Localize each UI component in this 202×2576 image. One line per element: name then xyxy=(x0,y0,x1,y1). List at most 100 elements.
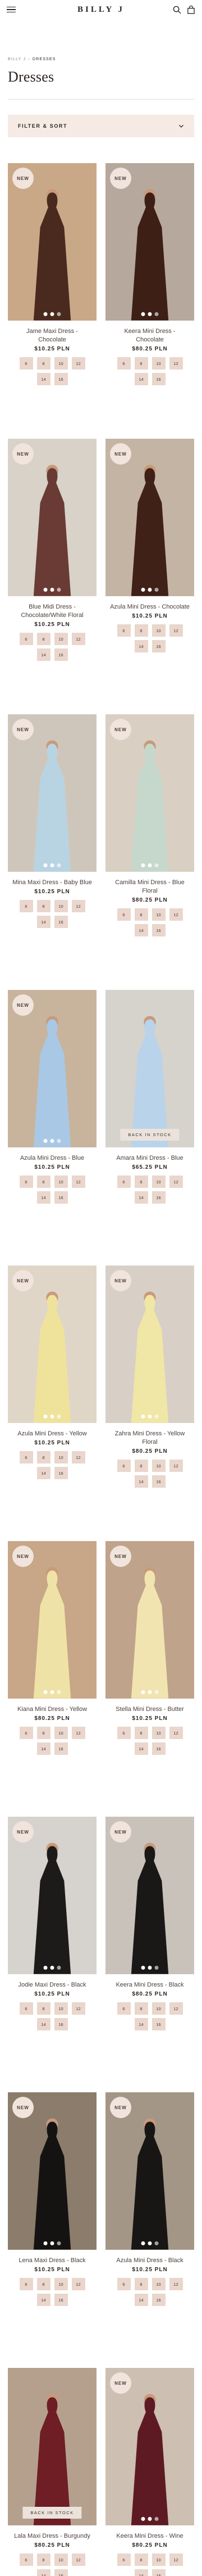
product-image[interactable]: BACK IN STOCK xyxy=(105,990,194,1147)
product-image[interactable]: NEW xyxy=(105,714,194,872)
size-option[interactable]: 8 xyxy=(134,357,148,370)
size-option[interactable]: 16 xyxy=(152,2294,166,2306)
size-option[interactable]: 10 xyxy=(152,624,166,637)
size-option[interactable]: 16 xyxy=(54,373,68,385)
product-card[interactable]: NEW Keera Mini Dress - Black $80.25 PLN 6 8 1… xyxy=(105,1817,194,2030)
size-option[interactable]: 14 xyxy=(134,924,148,936)
search-icon[interactable] xyxy=(173,6,181,14)
carousel-dot[interactable] xyxy=(57,1966,61,1970)
size-option[interactable]: 14 xyxy=(36,1742,50,1755)
size-option[interactable]: 14 xyxy=(134,640,148,652)
size-option[interactable]: 12 xyxy=(169,1460,183,1472)
size-option[interactable]: 16 xyxy=(152,1742,166,1755)
product-card[interactable]: BACK IN STOCK Amara Mini Dress - Blue $65.… xyxy=(105,990,194,1204)
product-name[interactable]: Azula Mini Dress - Black xyxy=(105,2257,194,2265)
carousel-dot[interactable] xyxy=(141,2517,145,2521)
size-option[interactable]: 14 xyxy=(36,1467,50,1479)
carousel-dots[interactable] xyxy=(141,2241,159,2245)
size-option[interactable]: 8 xyxy=(134,2554,148,2566)
product-card[interactable]: NEW Stella Mini Dress - Butter $10.25 PLN 6… xyxy=(105,1541,194,1755)
size-option[interactable]: 12 xyxy=(71,900,85,912)
size-option[interactable]: 8 xyxy=(134,908,148,921)
size-option[interactable]: 12 xyxy=(71,1176,85,1188)
size-option[interactable]: 6 xyxy=(19,633,33,645)
product-name[interactable]: Lena Maxi Dress - Black xyxy=(8,2257,97,2265)
size-option[interactable]: 14 xyxy=(36,2569,50,2576)
product-name[interactable]: Stella Mini Dress - Butter xyxy=(105,1705,194,1714)
carousel-dot[interactable] xyxy=(50,1690,54,1694)
carousel-dot[interactable] xyxy=(141,2241,145,2245)
size-option[interactable]: 16 xyxy=(152,2018,166,2030)
size-option[interactable]: 10 xyxy=(152,2554,166,2566)
product-card[interactable]: NEW Azula Mini Dress - Yellow $10.25 PLN 6 8… xyxy=(8,1266,97,1479)
product-name[interactable]: Keera Mini Dress - Black xyxy=(105,1981,194,1989)
size-option[interactable]: 14 xyxy=(36,1191,50,1204)
product-name[interactable]: Keera Mini Dress - Chocolate xyxy=(105,327,194,344)
carousel-dot[interactable] xyxy=(148,2241,152,2245)
product-card[interactable]: NEW Lena Maxi Dress - Black $10.25 PLN 6 8 10… xyxy=(8,2092,97,2306)
size-option[interactable]: 6 xyxy=(117,908,131,921)
size-option[interactable]: 8 xyxy=(36,1451,50,1463)
size-option[interactable]: 6 xyxy=(117,2002,131,2015)
product-card[interactable]: NEW Keera Mini Dress - Chocolate $80.25 PL… xyxy=(105,163,194,385)
size-option[interactable]: 16 xyxy=(54,2018,68,2030)
carousel-dots[interactable] xyxy=(43,1415,61,1418)
product-image[interactable]: NEW xyxy=(8,2092,97,2250)
size-option[interactable]: 12 xyxy=(71,1727,85,1739)
carousel-dot[interactable] xyxy=(148,1690,152,1694)
size-option[interactable]: 10 xyxy=(54,2554,68,2566)
size-option[interactable]: 14 xyxy=(36,373,50,385)
size-option[interactable]: 16 xyxy=(54,1742,68,1755)
carousel-dot[interactable] xyxy=(57,312,61,316)
carousel-dot[interactable] xyxy=(141,1415,145,1418)
product-card[interactable]: NEW Blue Midi Dress - Chocolate/White Flo… xyxy=(8,439,97,661)
size-option[interactable]: 14 xyxy=(134,1475,148,1488)
product-name[interactable]: Keera Mini Dress - Wine xyxy=(105,2532,194,2541)
size-option[interactable]: 16 xyxy=(152,1475,166,1488)
carousel-dot[interactable] xyxy=(50,1415,54,1418)
size-option[interactable]: 8 xyxy=(36,357,50,370)
product-image[interactable]: NEW xyxy=(8,1817,97,1974)
carousel-dot[interactable] xyxy=(148,312,152,316)
size-option[interactable]: 10 xyxy=(54,357,68,370)
size-option[interactable]: 6 xyxy=(117,1460,131,1472)
carousel-dot[interactable] xyxy=(57,1139,61,1143)
carousel-dot[interactable] xyxy=(141,588,145,592)
size-option[interactable]: 12 xyxy=(71,1451,85,1463)
size-option[interactable]: 12 xyxy=(169,2278,183,2290)
product-card[interactable]: BACK IN STOCK Lala Maxi Dress - Burgundy $… xyxy=(8,2368,97,2576)
size-option[interactable]: 8 xyxy=(36,2002,50,2015)
size-option[interactable]: 16 xyxy=(152,640,166,652)
brand-logo[interactable]: BILLY J xyxy=(77,5,125,14)
product-name[interactable]: Azula Mini Dress - Chocolate xyxy=(105,603,194,611)
size-option[interactable]: 14 xyxy=(36,916,50,928)
product-card[interactable]: NEW Jame Maxi Dress - Chocolate $10.25 PLN… xyxy=(8,163,97,385)
carousel-dots[interactable] xyxy=(43,2241,61,2245)
carousel-dot[interactable] xyxy=(154,312,159,316)
size-option[interactable]: 10 xyxy=(152,1460,166,1472)
size-option[interactable]: 10 xyxy=(152,1727,166,1739)
size-option[interactable]: 14 xyxy=(134,1191,148,1204)
carousel-dot[interactable] xyxy=(57,863,61,867)
shopping-bag-icon[interactable] xyxy=(187,5,195,14)
size-option[interactable]: 12 xyxy=(169,908,183,921)
size-option[interactable]: 12 xyxy=(71,2278,85,2290)
size-option[interactable]: 16 xyxy=(152,373,166,385)
product-image[interactable]: NEW xyxy=(105,2368,194,2525)
carousel-dots[interactable] xyxy=(141,1415,159,1418)
carousel-dot[interactable] xyxy=(57,588,61,592)
product-name[interactable]: Jodie Maxi Dress - Black xyxy=(8,1981,97,1989)
product-image[interactable]: NEW xyxy=(105,1541,194,1699)
size-option[interactable]: 12 xyxy=(71,2002,85,2015)
carousel-dot[interactable] xyxy=(50,1966,54,1970)
size-option[interactable]: 12 xyxy=(71,633,85,645)
carousel-dot[interactable] xyxy=(154,2241,159,2245)
size-option[interactable]: 16 xyxy=(152,924,166,936)
product-image[interactable]: NEW xyxy=(8,439,97,596)
size-option[interactable]: 6 xyxy=(19,1727,33,1739)
product-card[interactable]: NEW Mina Maxi Dress - Baby Blue $10.25 PLN… xyxy=(8,714,97,928)
size-option[interactable]: 6 xyxy=(19,1176,33,1188)
size-option[interactable]: 6 xyxy=(117,1727,131,1739)
product-card[interactable]: NEW Azula Mini Dress - Chocolate $10.25 PL… xyxy=(105,439,194,652)
size-option[interactable]: 16 xyxy=(54,648,68,661)
